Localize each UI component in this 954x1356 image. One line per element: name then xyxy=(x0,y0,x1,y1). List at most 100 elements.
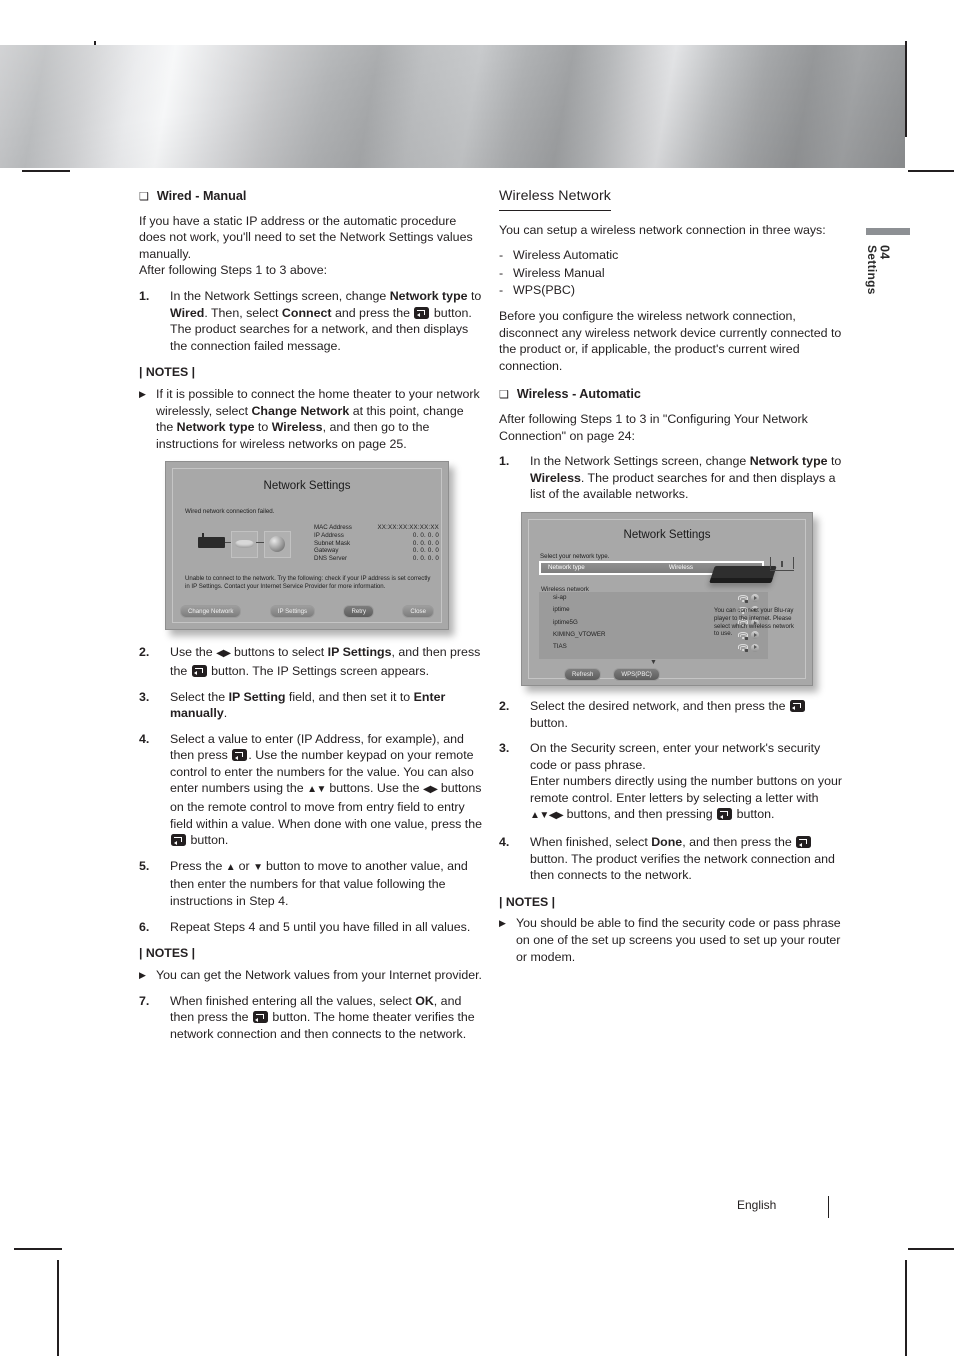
refresh-button[interactable]: Refresh xyxy=(564,667,602,681)
crop-mark-bottom-right-v xyxy=(905,1260,907,1356)
scroll-down-chevron-icon[interactable]: ▼ xyxy=(539,659,768,666)
wired-steps-bottom: 2. Use the ◀▶ buttons to select IP Setti… xyxy=(139,644,484,935)
wireless-intro: You can setup a wireless network connect… xyxy=(499,222,826,237)
step-text-part: field, and then set it to xyxy=(285,689,414,704)
step-emphasis: Done xyxy=(651,835,683,850)
triangle-bullet-icon: ▶ xyxy=(139,388,146,399)
up-down-arrows-icon: ▲▼ xyxy=(307,784,326,796)
note-text-part: to xyxy=(254,420,272,435)
crop-mark-top-left-h xyxy=(22,170,70,172)
chapter-label: Settings xyxy=(865,245,879,295)
right-column: Wireless Network You can setup a wireles… xyxy=(499,188,844,974)
step-text-part: buttons. Use the xyxy=(325,781,423,796)
footer-language-label: English xyxy=(737,1198,777,1212)
table-row: Gateway 0. 0. 0. 0 xyxy=(314,547,439,555)
wireless-steps-top: 1. In the Network Settings screen, chang… xyxy=(499,453,844,503)
list-item: 2. Select the desired network, and then … xyxy=(499,698,844,731)
step-text-part: and press the xyxy=(331,305,414,320)
note-emphasis: Wireless xyxy=(271,420,323,435)
crop-mark-top-right-h xyxy=(908,170,954,172)
change-network-button[interactable]: Change Network xyxy=(180,605,242,619)
step-text-part: Enter numbers directly using the number … xyxy=(530,774,842,805)
enter-key-icon xyxy=(191,664,207,677)
dialog-button-row: Refresh WPS(PBC) xyxy=(564,667,660,681)
row-label: Subnet Mask xyxy=(314,539,351,547)
triangle-bullet-icon: ▶ xyxy=(139,969,146,980)
enter-key-icon xyxy=(232,749,248,762)
heading-wireless-automatic-label: Wireless - Automatic xyxy=(516,387,641,402)
row-value: 0. 0. 0. 0 xyxy=(412,539,439,547)
step-text-part: to xyxy=(467,288,482,303)
note-text: You can get the Network values from your… xyxy=(156,967,483,982)
row-value: XX:XX:XX:XX:XX:XX xyxy=(377,524,439,532)
step-emphasis: Wired xyxy=(170,305,205,320)
wps-pbc-button[interactable]: WPS(PBC) xyxy=(613,667,660,681)
enter-key-icon xyxy=(252,1011,268,1024)
list-item: 2. Use the ◀▶ buttons to select IP Setti… xyxy=(139,644,484,679)
wifi-locked-icon xyxy=(738,644,748,653)
list-item: 3. Select the IP Setting field, and then… xyxy=(139,689,484,722)
step-text: On the Security screen, enter your netwo… xyxy=(530,740,844,825)
dash-bullet: - xyxy=(499,283,504,298)
list-item: 5. Press the ▲ or ▼ button to move to an… xyxy=(139,858,484,910)
left-right-arrows-icon: ◀▶ xyxy=(423,784,438,796)
table-row: IP Address 0. 0. 0. 0 xyxy=(314,532,439,540)
step-number: 3. xyxy=(139,689,150,704)
wired-manual-intro-2: After following Steps 1 to 3 above: xyxy=(139,263,328,278)
step-text-part: to xyxy=(827,454,842,469)
signal-strength-icon xyxy=(751,643,759,652)
page-header-banner xyxy=(0,45,905,168)
step-emphasis: IP Setting xyxy=(228,689,286,704)
step-number: 3. xyxy=(499,741,510,756)
internet-box xyxy=(264,531,291,559)
step-text: Select the IP Setting field, and then se… xyxy=(170,689,484,722)
list-item: 1. In the Network Settings screen, chang… xyxy=(499,453,844,503)
note-emphasis: Network type xyxy=(176,420,255,435)
step-text-part: When finished entering all the values, s… xyxy=(170,993,416,1008)
connection-line xyxy=(256,542,264,544)
page-title: Wireless Network xyxy=(499,188,611,211)
step-text-part: On the Security screen, enter your netwo… xyxy=(530,741,821,772)
close-button[interactable]: Close xyxy=(402,605,434,619)
step-number: 4. xyxy=(139,731,150,746)
step-emphasis: IP Settings xyxy=(327,645,392,660)
step-text-part: button. The product verifies the network… xyxy=(530,851,835,883)
globe-icon xyxy=(269,536,285,553)
list-item-label: Wireless Automatic xyxy=(513,248,619,263)
step-text-part: or xyxy=(235,858,254,873)
step-text-part: Select the xyxy=(170,689,229,704)
step-number: 5. xyxy=(139,858,150,873)
step-text: Select a value to enter (IP Address, for… xyxy=(170,731,484,849)
dash-bullet: - xyxy=(499,265,504,280)
step-number: 2. xyxy=(499,698,510,713)
network-icons xyxy=(738,643,759,653)
list-item-label: Wireless Manual xyxy=(513,265,605,280)
dialog-button-row: Change Network IP Settings Retry Close xyxy=(180,605,434,619)
signal-strength-icon xyxy=(751,594,759,603)
step-text: When finished entering all the values, s… xyxy=(170,993,484,1043)
list-item: 3. On the Security screen, enter your ne… xyxy=(499,740,844,825)
ip-settings-button[interactable]: IP Settings xyxy=(269,605,316,619)
wireless-ways-list: - Wireless Automatic - Wireless Manual - WP… xyxy=(499,247,844,299)
step-text: Press the ▲ or ▼ button to move to anoth… xyxy=(170,858,484,910)
step-text-part: In the Network Settings screen, change xyxy=(170,288,390,303)
list-item-label: WPS(PBC) xyxy=(513,283,575,298)
network-type-label: Network type xyxy=(548,563,585,571)
step-emphasis: Network type xyxy=(749,454,828,469)
step-text-part: button. The IP Settings screen appears. xyxy=(207,663,430,678)
crop-mark-top-right-v xyxy=(905,41,907,137)
step-text-part: . xyxy=(223,706,228,721)
antenna-bracket-icon xyxy=(768,556,796,571)
wireless-steps-bottom: 2. Select the desired network, and then … xyxy=(499,698,844,884)
crop-mark-bottom-left-h xyxy=(14,1248,62,1250)
retry-button[interactable]: Retry xyxy=(343,605,375,619)
heading-wired-manual-label: Wired - Manual xyxy=(156,189,247,203)
step-text: In the Network Settings screen, change N… xyxy=(530,453,844,503)
left-right-arrows-icon: ◀▶ xyxy=(216,648,231,660)
dialog-status-text: Wired network connection failed. xyxy=(185,508,275,516)
list-item: - Wireless Manual xyxy=(499,265,844,282)
step-number: 6. xyxy=(139,919,150,934)
step-text: Repeat Steps 4 and 5 until you have fill… xyxy=(170,919,471,934)
note-item: ▶ You can get the Network values from yo… xyxy=(139,967,484,984)
step-number: 1. xyxy=(499,454,510,469)
